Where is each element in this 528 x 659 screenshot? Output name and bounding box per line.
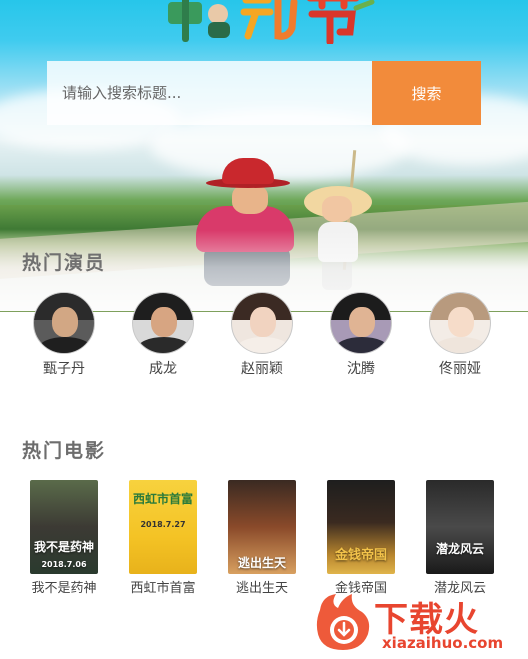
poster-title: 西虹市首富 bbox=[132, 492, 193, 506]
movie-title: 逃出生天 bbox=[235, 581, 288, 596]
actor-name: 成龙 bbox=[149, 361, 177, 377]
movie-item[interactable]: 金钱帝国 金钱帝国 bbox=[316, 480, 406, 596]
movie-item[interactable]: 潜龙风云 潜龙风云 bbox=[415, 480, 505, 596]
actor-list: 甄子丹 成龙 赵丽颖 沈腾 佟丽娅 bbox=[0, 292, 528, 382]
watermark-logo: 下载火 xiazaihuo.com bbox=[312, 590, 528, 659]
avatar bbox=[231, 292, 293, 354]
movie-poster: 潜龙风云 bbox=[426, 480, 494, 574]
man-figure-face bbox=[232, 184, 268, 214]
movie-poster: 我不是药神 2018.7.06 bbox=[30, 480, 98, 574]
actor-name: 赵丽颖 bbox=[241, 361, 283, 377]
movie-poster: 金钱帝国 bbox=[327, 480, 395, 574]
movie-title: 我不是药神 bbox=[31, 581, 97, 596]
watermark-url: xiazaihuo.com bbox=[382, 634, 504, 652]
movie-title: 西虹市首富 bbox=[130, 581, 196, 596]
actor-name: 佟丽娅 bbox=[439, 361, 481, 377]
movie-item[interactable]: 逃出生天 逃出生天 bbox=[217, 480, 307, 596]
avatar bbox=[33, 292, 95, 354]
actor-item[interactable]: 沈腾 bbox=[316, 292, 406, 378]
flame-icon bbox=[316, 594, 370, 650]
section-title-movies: 热门电影 bbox=[22, 440, 107, 462]
poster-title: 我不是药神 bbox=[33, 540, 94, 554]
actor-item[interactable]: 佟丽娅 bbox=[415, 292, 505, 378]
app-logo bbox=[168, 0, 375, 44]
search-bar: 搜索 bbox=[47, 61, 481, 125]
search-input[interactable] bbox=[47, 61, 372, 125]
actor-name: 沈腾 bbox=[347, 361, 375, 377]
movie-poster: 西虹市首富 2018.7.27 bbox=[129, 480, 197, 574]
actor-item[interactable]: 赵丽颖 bbox=[217, 292, 307, 378]
actor-name: 甄子丹 bbox=[43, 361, 85, 377]
actor-item[interactable]: 甄子丹 bbox=[19, 292, 109, 378]
logo-char-1 bbox=[168, 0, 230, 42]
movie-list: 我不是药神 2018.7.06 我不是药神 西虹市首富 2018.7.27 西虹… bbox=[0, 480, 528, 600]
poster-title: 金钱帝国 bbox=[334, 548, 387, 563]
section-title-actors: 热门演员 bbox=[22, 252, 107, 274]
logo-char-3 bbox=[307, 0, 375, 44]
movie-item[interactable]: 西虹市首富 2018.7.27 西虹市首富 bbox=[118, 480, 208, 596]
avatar bbox=[330, 292, 392, 354]
avatar bbox=[132, 292, 194, 354]
actor-item[interactable]: 成龙 bbox=[118, 292, 208, 378]
movie-poster: 逃出生天 bbox=[228, 480, 296, 574]
movie-item[interactable]: 我不是药神 2018.7.06 我不是药神 bbox=[19, 480, 109, 596]
logo-char-2 bbox=[240, 0, 298, 40]
avatar bbox=[429, 292, 491, 354]
man-figure-hat bbox=[222, 158, 274, 184]
poster-date: 2018.7.27 bbox=[140, 520, 186, 529]
girl-figure-face bbox=[322, 196, 352, 222]
poster-title: 逃出生天 bbox=[237, 556, 286, 570]
poster-title: 潜龙风云 bbox=[435, 542, 484, 556]
poster-date: 2018.7.06 bbox=[41, 560, 87, 569]
search-button[interactable]: 搜索 bbox=[372, 61, 481, 125]
